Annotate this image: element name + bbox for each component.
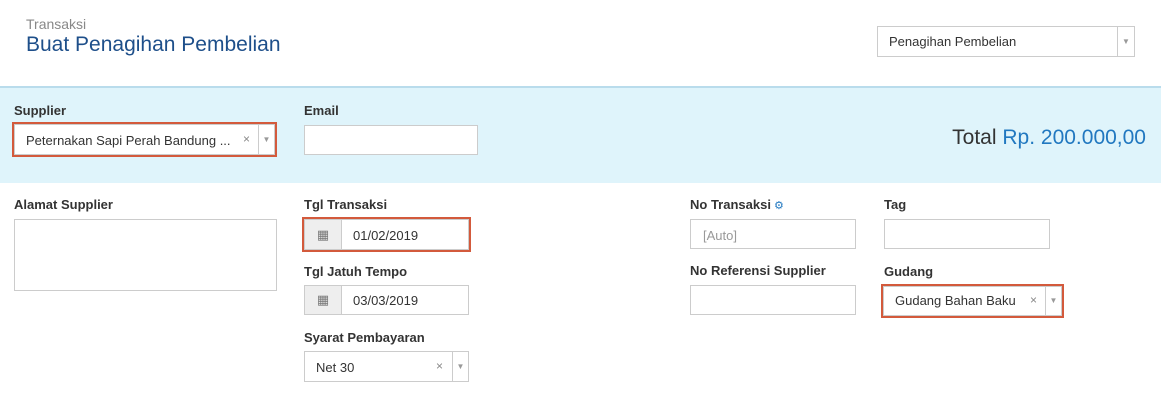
chevron-down-icon: ▼	[1117, 27, 1134, 56]
syarat-select[interactable]: Net 30 × ▼	[304, 351, 469, 382]
tgl-jatuh-tempo-value: 03/03/2019	[353, 293, 419, 308]
tgl-jatuh-tempo-field[interactable]: ▦ 03/03/2019	[304, 285, 469, 315]
alamat-label: Alamat Supplier	[14, 197, 113, 212]
supplier-select[interactable]: Peternakan Sapi Perah Bandung ... × ▼	[12, 122, 277, 157]
gudang-label: Gudang	[884, 264, 934, 279]
no-transaksi-input[interactable]: [Auto]	[690, 219, 856, 249]
gudang-select[interactable]: Gudang Bahan Baku × ▼	[881, 284, 1064, 318]
total-display: Total Rp. 200.000,00	[952, 126, 1146, 150]
no-referensi-label: No Referensi Supplier	[690, 263, 826, 278]
total-amount: Rp. 200.000,00	[1002, 126, 1146, 149]
tag-label: Tag	[884, 197, 907, 212]
page-header: Transaksi Buat Penagihan Pembelian Penag…	[0, 0, 1161, 86]
gudang-value: Gudang Bahan Baku	[895, 293, 1016, 308]
tgl-transaksi-value: 01/02/2019	[353, 228, 419, 243]
supplier-label: Supplier	[14, 103, 67, 118]
total-label: Total	[952, 126, 997, 149]
no-transaksi-text: No Transaksi	[690, 197, 771, 212]
tgl-transaksi-label: Tgl Transaksi	[304, 197, 388, 212]
chevron-down-icon: ▼	[1045, 287, 1061, 315]
syarat-value: Net 30	[316, 360, 355, 375]
chevron-down-icon: ▼	[258, 125, 274, 154]
chevron-down-icon: ▼	[452, 352, 468, 381]
no-transaksi-label: No Transaksi ⚙	[690, 197, 784, 212]
tag-input[interactable]	[884, 219, 1050, 249]
tgl-jatuh-tempo-label: Tgl Jatuh Tempo	[304, 264, 408, 279]
breadcrumb[interactable]: Transaksi	[26, 16, 86, 32]
no-transaksi-placeholder: [Auto]	[703, 228, 737, 243]
no-referensi-input[interactable]	[690, 285, 856, 315]
calendar-icon[interactable]: ▦	[305, 220, 342, 249]
clear-icon[interactable]: ×	[436, 359, 443, 373]
supplier-band: Supplier Peternakan Sapi Perah Bandung .…	[0, 86, 1161, 183]
page-title: Buat Penagihan Pembelian	[26, 33, 281, 56]
calendar-icon[interactable]: ▦	[305, 286, 342, 314]
syarat-label: Syarat Pembayaran	[304, 330, 425, 345]
tgl-transaksi-field[interactable]: ▦ 01/02/2019	[302, 217, 471, 252]
alamat-textarea[interactable]	[14, 219, 277, 291]
transaction-type-value: Penagihan Pembelian	[889, 34, 1017, 49]
gear-icon[interactable]: ⚙	[774, 200, 784, 212]
email-field[interactable]	[304, 125, 478, 155]
supplier-value: Peternakan Sapi Perah Bandung ...	[26, 133, 231, 148]
transaction-type-select[interactable]: Penagihan Pembelian ▼	[877, 26, 1135, 57]
email-label: Email	[304, 103, 339, 118]
clear-icon[interactable]: ×	[1030, 293, 1037, 307]
clear-icon[interactable]: ×	[243, 132, 250, 146]
